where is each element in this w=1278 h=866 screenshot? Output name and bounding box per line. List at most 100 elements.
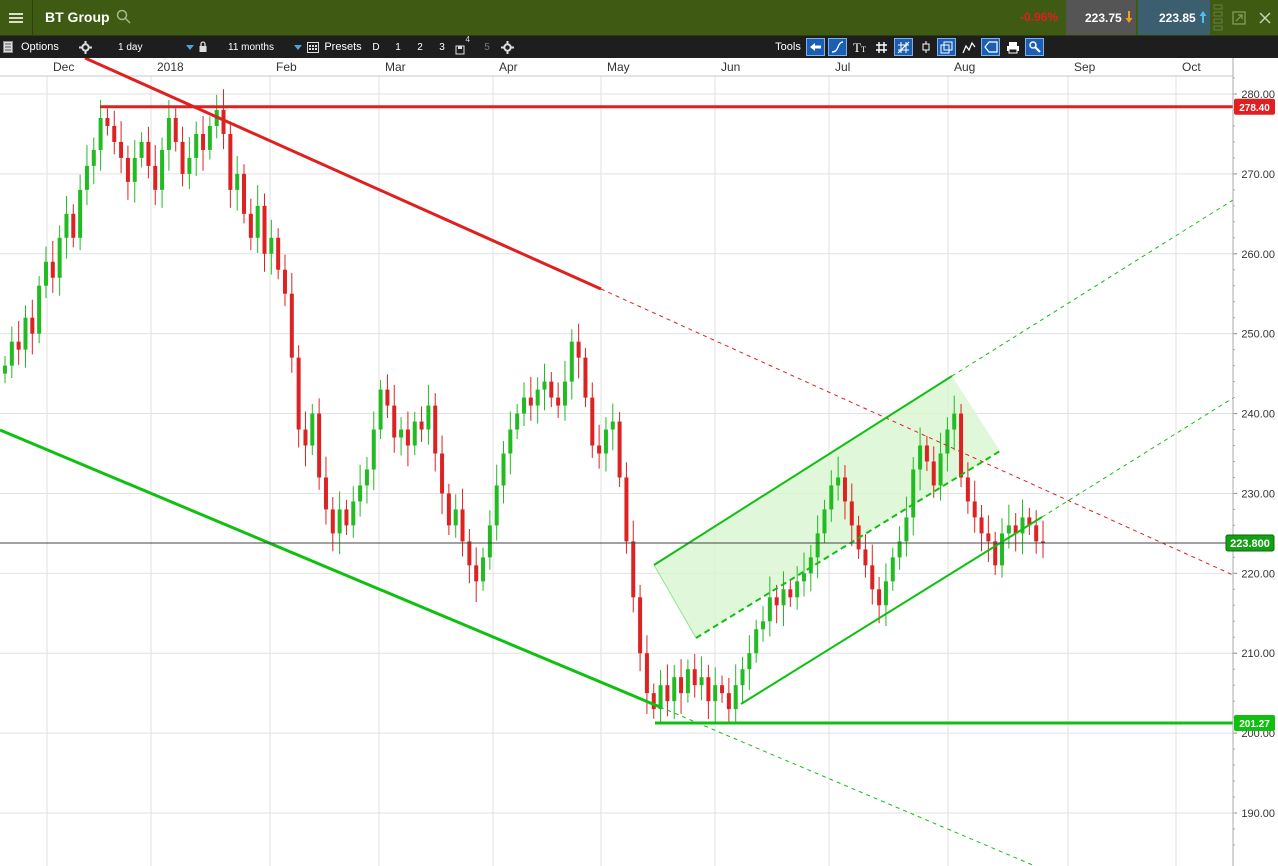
lock-button[interactable]: [196, 36, 210, 58]
preset-d-button[interactable]: D: [367, 38, 385, 56]
candle-body: [610, 421, 615, 430]
candle-body: [597, 445, 602, 454]
preset-4-button[interactable]: 4: [452, 35, 470, 58]
drag-handle[interactable]: [1211, 0, 1225, 35]
chart-settings-button[interactable]: [1025, 38, 1044, 56]
candle: [1020, 499, 1025, 555]
candle-body: [720, 685, 725, 694]
candle: [364, 457, 369, 504]
printer-icon: [1006, 41, 1019, 53]
candle-body: [911, 469, 916, 518]
candle: [91, 137, 96, 184]
candle: [501, 441, 506, 504]
candle: [897, 526, 902, 570]
candle-body: [562, 381, 567, 406]
interval-select[interactable]: 1 day: [112, 39, 196, 55]
candle-body: [651, 693, 656, 710]
close-button[interactable]: [1254, 0, 1276, 35]
candle-body: [91, 149, 96, 166]
long-support-extension: [659, 706, 1036, 866]
candle-body: [207, 125, 212, 150]
candle-body: [392, 405, 397, 438]
candle: [733, 664, 738, 725]
y-tick-label: 270.00: [1241, 169, 1275, 181]
options-label: Options: [21, 41, 59, 53]
candle-body: [781, 589, 786, 606]
popout-button[interactable]: [1228, 0, 1250, 35]
candle-body: [822, 509, 827, 534]
tool-grid-button[interactable]: [872, 38, 891, 56]
candle: [235, 155, 240, 211]
candle-body: [767, 597, 772, 622]
candle-body: [446, 493, 451, 526]
candle: [201, 115, 206, 171]
candle: [522, 382, 526, 426]
candle-body: [890, 557, 895, 582]
candle-icon: [922, 41, 929, 53]
candle: [392, 384, 397, 453]
calendar-button[interactable]: [306, 36, 320, 58]
candle-body: [262, 205, 267, 254]
lock-icon: [199, 41, 207, 52]
preset-5-button[interactable]: 5: [478, 38, 496, 56]
preset-settings-button[interactable]: [498, 36, 516, 58]
candle: [624, 462, 629, 554]
candle-body: [965, 477, 970, 502]
windows-icon: [940, 41, 953, 53]
candle: [590, 382, 595, 458]
tool-indicators-button[interactable]: [959, 38, 978, 56]
candle-body: [979, 517, 984, 534]
candle: [747, 635, 752, 690]
candle: [665, 664, 670, 717]
chart-toolbar: Options 1 day 11 months Presets D 1 2 3 …: [0, 35, 1278, 59]
sidebar-toggle[interactable]: [2, 36, 14, 58]
candle-body: [829, 485, 834, 510]
tool-back-button[interactable]: [806, 38, 825, 56]
tool-candle-button[interactable]: [916, 38, 935, 56]
candle-body: [508, 429, 513, 454]
candle-body: [50, 261, 55, 278]
candle: [371, 411, 376, 491]
candle-body: [883, 581, 888, 606]
print-button[interactable]: [1003, 38, 1022, 56]
buy-price-button[interactable]: 223.85: [1138, 0, 1210, 35]
tool-label-button[interactable]: [981, 38, 1000, 56]
candle-body: [412, 421, 417, 446]
close-icon: [1259, 11, 1271, 24]
trend-line-icon: [831, 41, 844, 53]
candle-body: [815, 533, 820, 558]
candle: [453, 494, 458, 538]
options-menu[interactable]: Options: [16, 36, 75, 58]
tool-line-button[interactable]: [828, 38, 847, 56]
price-chart[interactable]: Dec 2018 Feb Mar Apr May Jun Jul Aug Sep Oct 280.0…: [0, 58, 1278, 866]
candle-body: [433, 405, 438, 454]
candle: [972, 480, 977, 533]
tool-compare-button[interactable]: [937, 38, 956, 56]
candle: [180, 126, 185, 187]
candle: [132, 139, 137, 203]
sell-price-button[interactable]: 223.75: [1066, 0, 1136, 35]
range-select[interactable]: 11 months: [222, 39, 304, 55]
candle: [57, 225, 62, 296]
candle-body: [180, 141, 185, 174]
tool-text-button[interactable]: TT: [850, 38, 869, 56]
candle: [282, 254, 287, 307]
preset-3-button[interactable]: 3: [433, 38, 451, 56]
arrow-left-icon: [810, 43, 821, 51]
preset-1-button[interactable]: 1: [389, 38, 407, 56]
candle-body: [774, 597, 779, 606]
candle: [1034, 510, 1039, 554]
candle-body: [665, 685, 670, 702]
candle: [610, 403, 615, 451]
candle: [3, 356, 7, 384]
tool-fibonacci-button[interactable]: [894, 38, 913, 56]
candle-body: [119, 141, 124, 158]
search-icon[interactable]: [116, 9, 132, 25]
trend-drawings: [0, 58, 1234, 866]
x-tick-label: Feb: [276, 60, 297, 74]
hamburger-menu-button[interactable]: [0, 0, 33, 35]
preset-2-button[interactable]: 2: [411, 38, 429, 56]
settings-button[interactable]: [76, 36, 94, 58]
candle: [494, 464, 499, 541]
candle: [399, 417, 404, 456]
